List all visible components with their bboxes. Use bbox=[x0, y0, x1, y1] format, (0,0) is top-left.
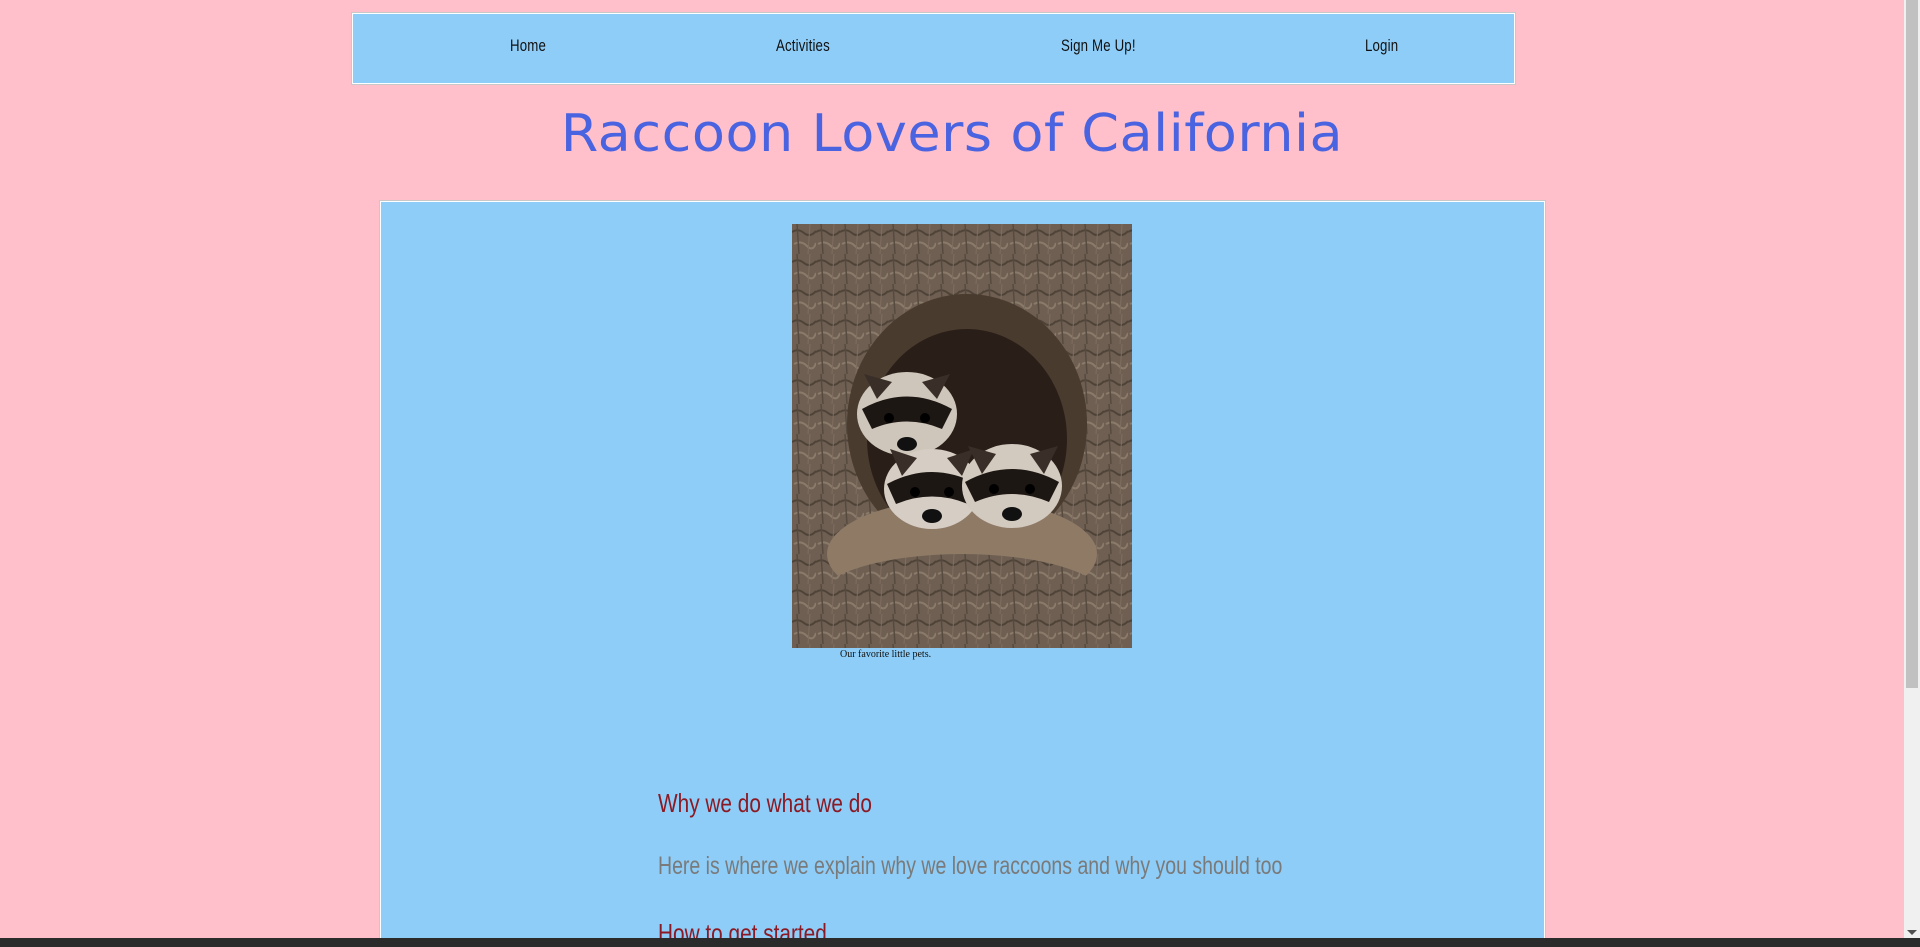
vertical-scrollbar[interactable] bbox=[1904, 0, 1920, 938]
nav-activities-link[interactable]: Activities bbox=[776, 36, 830, 56]
photo-caption: Our favorite little pets. bbox=[840, 649, 932, 660]
section-heading-get-started: How to get started bbox=[658, 918, 827, 938]
raccoon-photo-illustration bbox=[792, 224, 1132, 648]
nav-home-link[interactable]: Home bbox=[510, 36, 546, 56]
page-viewport: Home Activities Sign Me Up! Login Raccoo… bbox=[0, 0, 1904, 938]
top-navbar: Home Activities Sign Me Up! Login bbox=[352, 13, 1515, 84]
section-text-why: Here is where we explain why we love rac… bbox=[658, 852, 1283, 880]
nav-sign-me-up-link[interactable]: Sign Me Up! bbox=[1061, 36, 1136, 56]
site-title: Raccoon Lovers of California bbox=[560, 104, 1344, 164]
raccoon-left bbox=[857, 372, 957, 456]
raccoon-right bbox=[962, 444, 1062, 528]
scroll-down-arrow-icon[interactable] bbox=[1907, 930, 1917, 935]
taskbar bbox=[0, 938, 1920, 947]
scrollbar-thumb[interactable] bbox=[1906, 0, 1918, 688]
section-heading-why: Why we do what we do bbox=[658, 788, 872, 818]
raccoon-photo bbox=[792, 224, 1132, 648]
nav-login-link[interactable]: Login bbox=[1365, 36, 1398, 56]
